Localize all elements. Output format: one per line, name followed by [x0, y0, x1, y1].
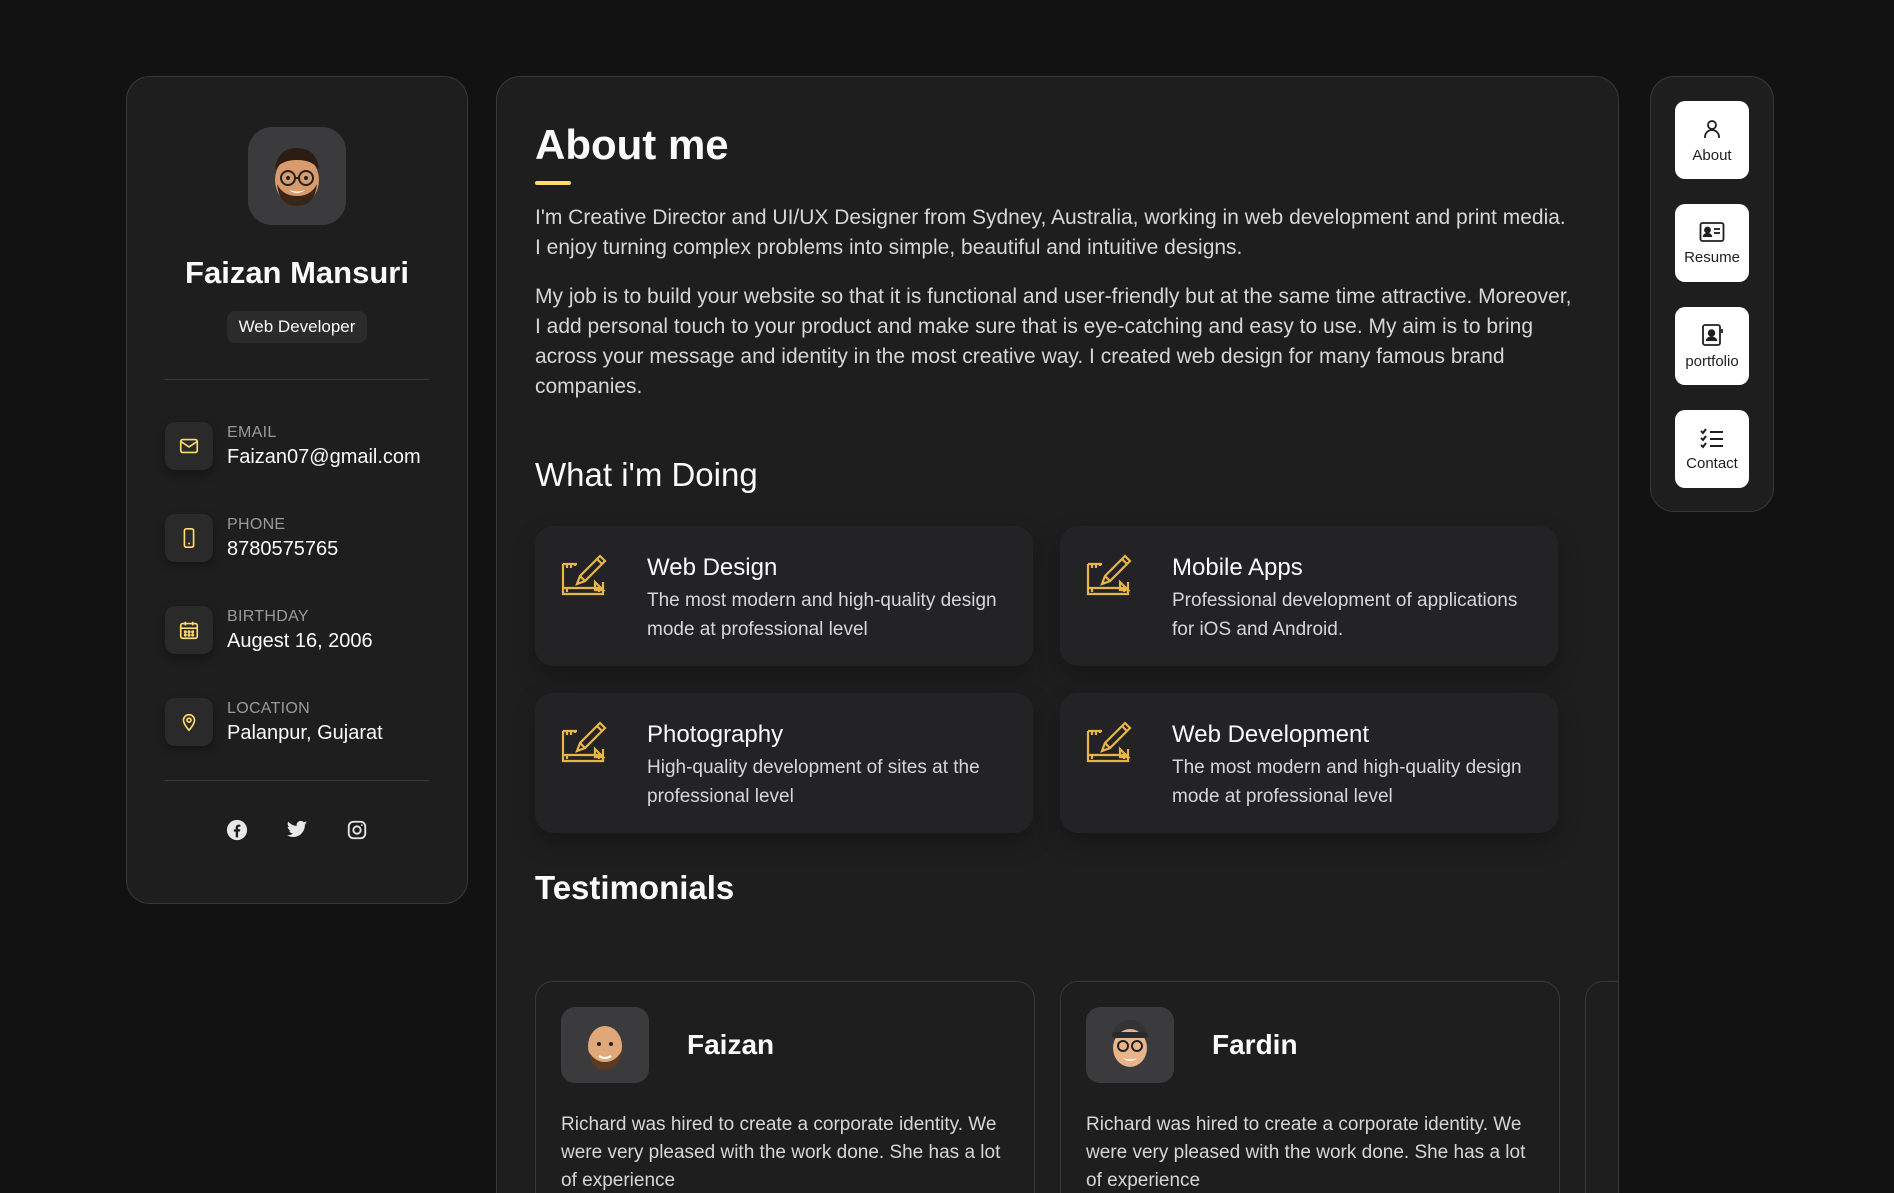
service-title: Mobile Apps	[1172, 554, 1303, 581]
design-tool-icon	[1086, 721, 1132, 763]
nav-about-button[interactable]: About	[1675, 101, 1749, 179]
contact-email: Email Faizan07@gmail.com	[165, 418, 429, 474]
phone-icon	[165, 514, 213, 562]
contact-location: Location Palanpur, Gujarat	[165, 694, 429, 750]
testimonial-item-partial[interactable]	[1585, 981, 1618, 1193]
design-tool-icon	[561, 554, 607, 596]
design-tool-icon	[561, 721, 607, 763]
testimonial-avatar	[561, 1007, 649, 1083]
memoji-avatar-icon	[1112, 1020, 1148, 1067]
service-item: Web Design The most modern and high-qual…	[535, 526, 1033, 666]
checklist-icon	[1700, 427, 1723, 449]
title-underline	[535, 181, 571, 185]
nav-label: Resume	[1684, 248, 1740, 266]
navbar: About Resume portfolio Contact	[1650, 76, 1774, 512]
instagram-icon[interactable]	[346, 819, 368, 841]
nav-contact-button[interactable]: Contact	[1675, 410, 1749, 488]
id-card-icon	[1699, 221, 1725, 242]
testimonial-text: Richard was hired to create a corporate …	[1086, 1114, 1526, 1191]
services-title: What i'm Doing	[535, 456, 758, 493]
memoji-avatar-icon	[275, 148, 319, 206]
facebook-icon[interactable]	[226, 819, 248, 841]
social-links	[165, 819, 429, 841]
avatar	[248, 127, 346, 225]
testimonial-avatar	[1086, 1007, 1174, 1083]
nav-resume-button[interactable]: Resume	[1675, 204, 1749, 282]
phone-link[interactable]: 8780575765	[227, 538, 338, 561]
testimonial-name: Fardin	[1212, 1029, 1298, 1060]
service-list: Web Design The most modern and high-qual…	[535, 526, 1580, 833]
profile-title-badge: Web Developer	[226, 311, 368, 343]
testimonials-title: Testimonials	[535, 869, 735, 906]
service-desc: The most modern and high-quality design …	[647, 590, 997, 640]
page-title: About me	[535, 121, 729, 168]
service-item: Mobile Apps Professional development of …	[1060, 526, 1558, 666]
about-text: I'm Creative Director and UI/UX Designer…	[535, 203, 1580, 402]
user-icon	[1704, 119, 1720, 138]
about-article: About me I'm Creative Director and UI/UX…	[496, 76, 1619, 1193]
service-title: Web Development	[1172, 721, 1369, 748]
service-item: Photography High-quality development of …	[535, 693, 1033, 833]
mail-icon	[165, 422, 213, 470]
contacts-list: Email Faizan07@gmail.com Phone 878057576…	[165, 418, 429, 750]
twitter-icon[interactable]	[286, 819, 308, 841]
about-paragraph: I'm Creative Director and UI/UX Designer…	[535, 206, 1566, 259]
testimonial-text: Richard was hired to create a corporate …	[561, 1114, 1001, 1191]
memoji-avatar-icon	[588, 1026, 622, 1070]
contact-label: Birthday	[227, 607, 309, 625]
testimonial-item[interactable]: Faizan Richard was hired to create a cor…	[535, 981, 1035, 1193]
contact-label: Phone	[227, 515, 286, 533]
location-icon	[165, 698, 213, 746]
calendar-icon	[165, 606, 213, 654]
contact-label: Email	[227, 423, 277, 441]
testimonials-list[interactable]: Faizan Richard was hired to create a cor…	[535, 981, 1618, 1193]
email-link[interactable]: Faizan07@gmail.com	[227, 446, 421, 469]
service-item: Web Development The most modern and high…	[1060, 693, 1558, 833]
service-desc: The most modern and high-quality design …	[1172, 757, 1522, 807]
contact-label: Location	[227, 699, 311, 717]
nav-label: portfolio	[1685, 352, 1739, 370]
location-value: Palanpur, Gujarat	[227, 721, 383, 744]
testimonial-name: Faizan	[687, 1029, 775, 1060]
divider	[165, 379, 429, 380]
nav-label: Contact	[1686, 454, 1738, 472]
service-title: Photography	[647, 721, 784, 748]
profile-sidebar: Faizan Mansuri Web Developer Email Faiza…	[126, 76, 468, 904]
divider	[165, 780, 429, 781]
nav-label: About	[1692, 146, 1732, 164]
service-title: Web Design	[647, 554, 778, 581]
contact-birthday: Birthday Augest 16, 2006	[165, 602, 429, 658]
service-desc: High-quality development of sites at the…	[647, 757, 980, 807]
portfolio-icon	[1702, 323, 1723, 346]
testimonial-item[interactable]: Fardin Richard was hired to create a cor…	[1060, 981, 1560, 1193]
about-paragraph: My job is to build your website so that …	[535, 285, 1572, 398]
birthday-value: Augest 16, 2006	[227, 629, 373, 652]
service-desc: Professional development of applications…	[1172, 590, 1518, 640]
design-tool-icon	[1086, 554, 1132, 596]
contact-phone: Phone 8780575765	[165, 510, 429, 566]
nav-portfolio-button[interactable]: portfolio	[1675, 307, 1749, 385]
profile-name: Faizan Mansuri	[185, 255, 409, 290]
